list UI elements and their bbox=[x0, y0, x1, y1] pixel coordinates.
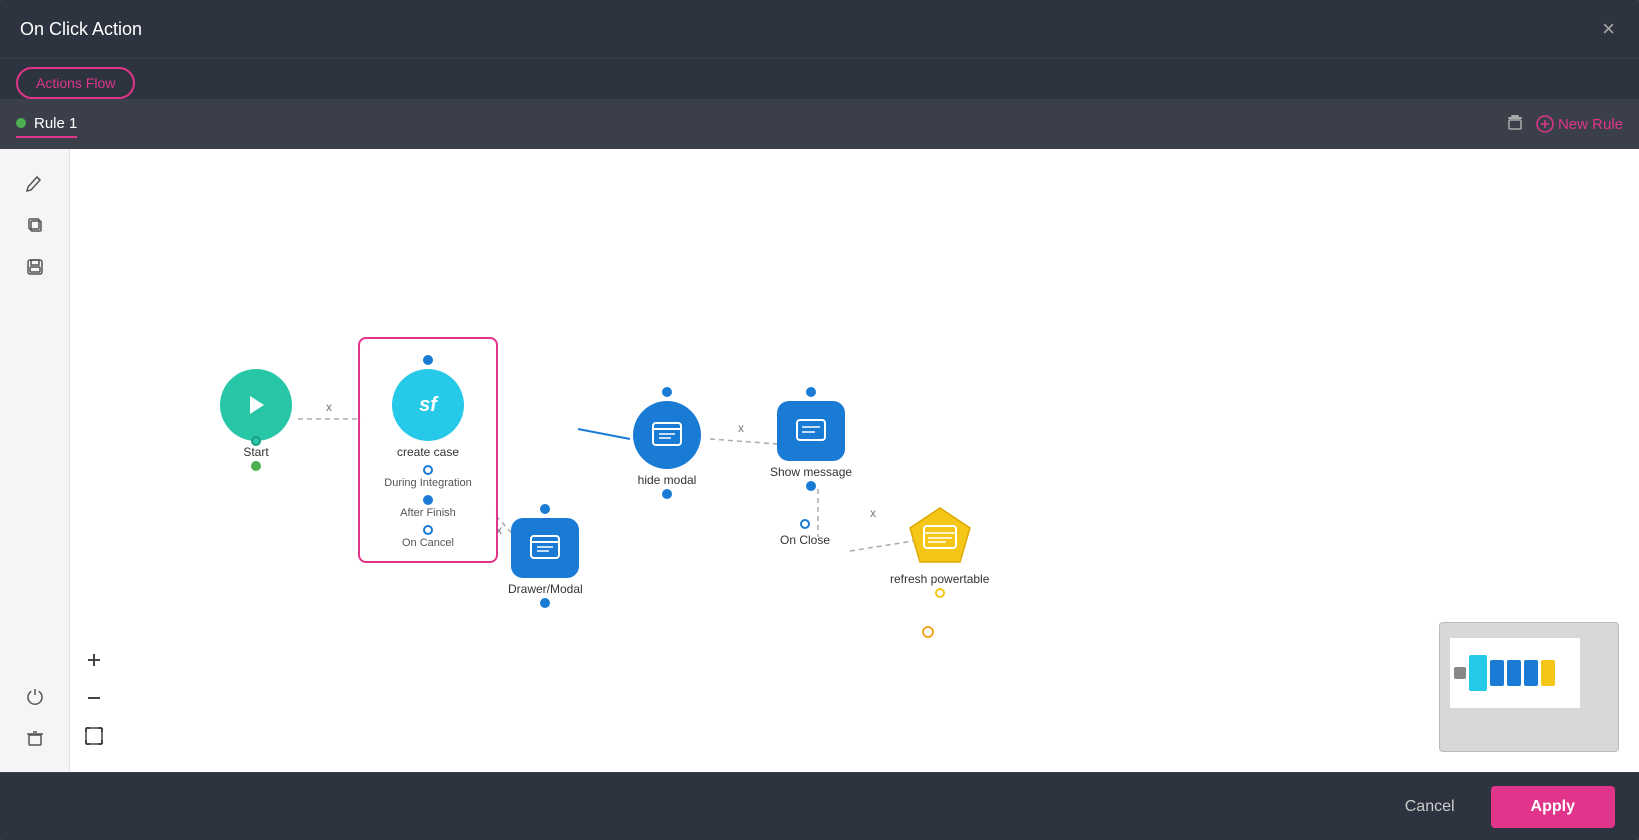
copy-tool-button[interactable] bbox=[17, 207, 53, 243]
mini-map bbox=[1439, 622, 1619, 752]
fit-view-button[interactable] bbox=[78, 720, 110, 752]
drawer-modal-node[interactable]: Drawer/Modal bbox=[508, 504, 583, 608]
svg-text:x: x bbox=[738, 421, 744, 435]
start-node[interactable]: Start bbox=[220, 369, 292, 471]
start-node-label: Start bbox=[243, 445, 268, 459]
edit-tool-button[interactable] bbox=[17, 165, 53, 201]
actions-flow-tab[interactable]: Actions Flow bbox=[16, 67, 135, 99]
drawer-icon bbox=[529, 534, 561, 562]
save-icon bbox=[25, 257, 45, 277]
flow-canvas: x x x x bbox=[70, 149, 1639, 772]
show-message-shape bbox=[777, 401, 845, 461]
hide-modal-label: hide modal bbox=[638, 473, 697, 487]
refresh-bottom-port bbox=[935, 588, 945, 598]
apply-button[interactable]: Apply bbox=[1491, 786, 1615, 828]
power-icon bbox=[25, 686, 45, 706]
mini-start bbox=[1454, 667, 1466, 679]
show-message-node[interactable]: Show message bbox=[770, 387, 852, 491]
mini-sf bbox=[1469, 655, 1487, 691]
new-rule-button[interactable]: New Rule bbox=[1536, 115, 1623, 133]
zoom-out-button[interactable] bbox=[78, 682, 110, 714]
power-tool-button[interactable] bbox=[17, 678, 53, 714]
pentagon-icon bbox=[906, 504, 974, 568]
sf-circle: sf bbox=[392, 369, 464, 441]
mini-drawer bbox=[1490, 660, 1504, 686]
hide-modal-top-port bbox=[662, 387, 672, 397]
on-close-node: On Close bbox=[780, 519, 830, 547]
create-case-node[interactable]: sf create case During Integration After … bbox=[358, 337, 498, 563]
delete-icon bbox=[1506, 113, 1524, 131]
bottom-tools bbox=[17, 678, 53, 756]
start-bottom-port bbox=[251, 461, 261, 471]
trash-tool-button[interactable] bbox=[17, 720, 53, 756]
modal-container: On Click Action × Actions Flow Rule 1 bbox=[0, 0, 1639, 840]
zoom-out-icon bbox=[83, 687, 105, 709]
mini-show bbox=[1524, 660, 1538, 686]
mini-refresh bbox=[1541, 660, 1555, 686]
rule-name: Rule 1 bbox=[34, 115, 77, 132]
during-port bbox=[423, 465, 433, 475]
play-icon bbox=[242, 391, 270, 419]
on-close-port bbox=[800, 519, 810, 529]
modal-icon bbox=[651, 421, 683, 449]
after-finish-connector: After Finish bbox=[400, 495, 456, 519]
cancel-port bbox=[423, 525, 433, 535]
during-label: During Integration bbox=[384, 477, 471, 489]
create-case-label: create case bbox=[397, 445, 459, 459]
on-cancel-connector: On Cancel bbox=[402, 525, 454, 549]
rule-status-dot bbox=[16, 118, 26, 128]
drawer-shape bbox=[511, 518, 579, 578]
sf-top-port bbox=[423, 355, 433, 365]
svg-text:x: x bbox=[326, 400, 332, 414]
trash-icon bbox=[25, 728, 45, 748]
drawer-modal-label: Drawer/Modal bbox=[508, 582, 583, 596]
cancel-button[interactable]: Cancel bbox=[1385, 788, 1475, 826]
refresh-powertable-label: refresh powertable bbox=[890, 572, 989, 586]
refresh-powertable-node[interactable]: refresh powertable bbox=[890, 504, 989, 598]
new-rule-label: New Rule bbox=[1558, 116, 1623, 133]
svg-text:x: x bbox=[870, 506, 876, 520]
rule-delete-button[interactable] bbox=[1506, 113, 1524, 136]
pencil-icon bbox=[25, 173, 45, 193]
left-toolbar bbox=[0, 149, 70, 772]
modal-header: On Click Action × bbox=[0, 0, 1639, 59]
rule-label: Rule 1 bbox=[16, 111, 77, 138]
fit-icon bbox=[83, 725, 105, 747]
show-message-bottom-port bbox=[806, 481, 816, 491]
top-tools bbox=[17, 165, 53, 285]
drawer-bottom-port bbox=[540, 598, 550, 608]
rule-actions: New Rule bbox=[1506, 113, 1623, 136]
on-close-label: On Close bbox=[780, 533, 830, 547]
hide-modal-shape bbox=[633, 401, 701, 469]
mini-map-inner bbox=[1450, 638, 1580, 708]
message-icon bbox=[795, 417, 827, 445]
cancel-label: On Cancel bbox=[402, 537, 454, 549]
during-integration-connector: During Integration bbox=[384, 465, 471, 489]
close-button[interactable]: × bbox=[1598, 14, 1619, 44]
plus-circle-icon bbox=[1536, 115, 1554, 133]
copy-icon bbox=[25, 215, 45, 235]
zoom-toolbar bbox=[78, 644, 110, 752]
canvas-area: x x x x bbox=[0, 149, 1639, 772]
show-message-label: Show message bbox=[770, 465, 852, 479]
hide-modal-bottom-port bbox=[662, 489, 672, 499]
rule-bar: Rule 1 New Rule bbox=[0, 99, 1639, 149]
tab-bar: Actions Flow bbox=[0, 59, 1639, 99]
connections-svg: x x x x bbox=[70, 149, 1639, 772]
zoom-in-button[interactable] bbox=[78, 644, 110, 676]
after-label: After Finish bbox=[400, 507, 456, 519]
footer-bar: Cancel Apply bbox=[0, 772, 1639, 840]
show-message-top-port bbox=[806, 387, 816, 397]
drawer-top-port bbox=[540, 504, 550, 514]
hide-modal-node[interactable]: hide modal bbox=[633, 387, 701, 499]
modal-title: On Click Action bbox=[20, 19, 142, 40]
mini-hide bbox=[1507, 660, 1521, 686]
after-port bbox=[423, 495, 433, 505]
zoom-in-icon bbox=[83, 649, 105, 671]
save-tool-button[interactable] bbox=[17, 249, 53, 285]
